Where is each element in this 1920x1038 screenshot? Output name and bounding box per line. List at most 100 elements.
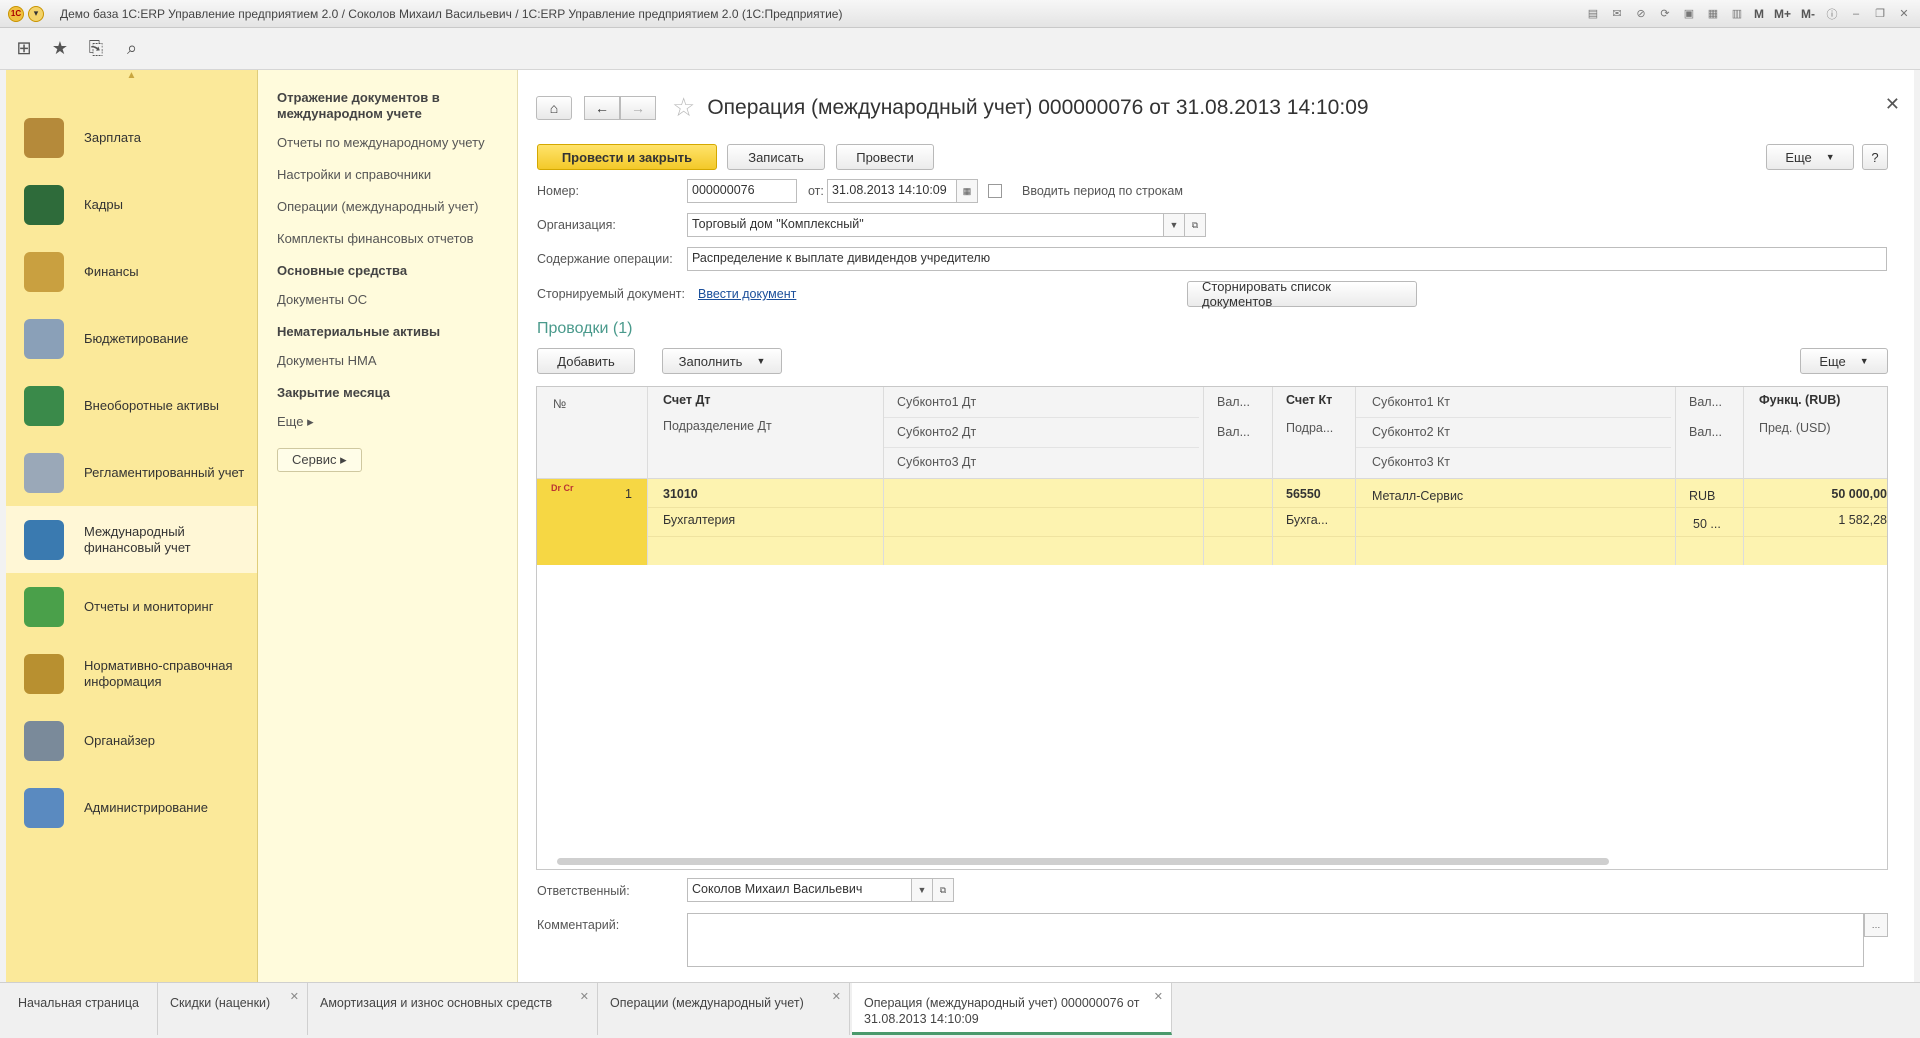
refresh-icon[interactable]: ⟳ <box>1655 5 1675 23</box>
close-window-icon[interactable]: ✕ <box>1894 5 1914 23</box>
tab-discounts[interactable]: Скидки (наценки) ✕ <box>158 983 308 1035</box>
entries-more-button[interactable]: Еще ▼ <box>1800 348 1888 374</box>
organization-field[interactable]: Торговый дом "Комплексный" <box>687 213 1164 237</box>
section-item[interactable]: Администрирование <box>6 774 257 841</box>
calendar-picker-button[interactable]: ▦ <box>956 179 978 203</box>
horizontal-scrollbar[interactable] <box>557 858 1609 865</box>
row-currency-amount-kt[interactable]: 50 ... <box>1693 517 1721 531</box>
memory-minus-button[interactable]: M- <box>1798 7 1818 21</box>
close-form-icon[interactable]: ✕ <box>1885 94 1900 115</box>
section-item[interactable]: Финансы <box>6 238 257 305</box>
sections-scroll-up[interactable]: ▲ <box>6 70 257 104</box>
col-account-dt[interactable]: Счет Дт <box>663 393 711 407</box>
close-tab-icon[interactable]: ✕ <box>832 989 841 1005</box>
maximize-icon[interactable]: ❐ <box>1870 5 1890 23</box>
section-item[interactable]: Международный финансовый учет <box>6 506 257 573</box>
content-field[interactable]: Распределение к выплате дивидендов учред… <box>687 247 1887 271</box>
save-icon[interactable]: ▣ <box>1679 5 1699 23</box>
col-account-kt[interactable]: Счет Кт <box>1286 393 1332 407</box>
home-button[interactable]: ⌂ <box>536 95 572 120</box>
post-and-close-button[interactable]: Провести и закрыть <box>537 144 717 170</box>
entries-title[interactable]: Проводки (1) <box>537 320 632 338</box>
tab-current-operation[interactable]: Операция (международный учет) 000000076 … <box>852 983 1172 1035</box>
section-item[interactable]: Внеоборотные активы <box>6 372 257 439</box>
info-icon[interactable]: ⓘ <box>1822 5 1842 23</box>
nav-heading-documents[interactable]: Отражение документов в международном уче… <box>277 90 517 122</box>
col-functional-amount[interactable]: Функц. (RUB) <box>1759 393 1840 407</box>
col-department-dt[interactable]: Подразделение Дт <box>663 419 772 433</box>
nav-link-operations[interactable]: Операции (международный учет) <box>277 199 517 214</box>
star-icon[interactable]: ★ <box>50 38 70 59</box>
nav-heading-month-close[interactable]: Закрытие месяца <box>277 385 517 401</box>
tab-depreciation[interactable]: Амортизация и износ основных средств ✕ <box>308 983 598 1035</box>
back-button[interactable]: ← <box>584 95 620 120</box>
col-subconto3-dt[interactable]: Субконто3 Дт <box>897 455 976 469</box>
storno-list-button[interactable]: Сторнировать список документов <box>1187 279 1417 309</box>
section-item[interactable]: Отчеты и мониторинг <box>6 573 257 640</box>
row-presentation-amount[interactable]: 1 582,28 <box>1838 513 1887 527</box>
nav-link-fa-documents[interactable]: Документы ОС <box>277 292 517 307</box>
row-functional-amount[interactable]: 50 000,00 <box>1831 487 1887 501</box>
date-field[interactable]: 31.08.2013 14:10:09 <box>827 179 957 203</box>
more-button[interactable]: Еще ▼ <box>1766 144 1854 170</box>
link-icon[interactable]: ⊘ <box>1631 5 1651 23</box>
tab-home[interactable]: Начальная страница <box>6 983 158 1035</box>
col-presentation-amount[interactable]: Пред. (USD) <box>1759 421 1831 435</box>
responsible-field[interactable]: Соколов Михаил Васильевич <box>687 878 912 902</box>
app-logo-icon[interactable]: 1C <box>8 5 24 22</box>
period-by-rows-checkbox[interactable] <box>988 184 1002 198</box>
col-no[interactable]: № <box>553 397 566 411</box>
section-item[interactable]: Нормативно-справочная информация <box>6 640 257 707</box>
section-item[interactable]: Зарплата <box>6 104 257 171</box>
close-tab-icon[interactable]: ✕ <box>1154 989 1163 1005</box>
row-account-kt[interactable]: 56550 <box>1286 487 1321 501</box>
search-icon[interactable]: ⌕ <box>122 38 142 59</box>
col-subconto1-kt[interactable]: Субконто1 Кт <box>1372 395 1450 409</box>
enter-document-link[interactable]: Ввести документ <box>698 287 796 301</box>
add-entry-button[interactable]: Добавить <box>537 348 635 374</box>
col-currency-amount-kt[interactable]: Вал... <box>1689 425 1722 439</box>
number-field[interactable]: 000000076 <box>687 179 797 203</box>
memory-plus-button[interactable]: M+ <box>1771 7 1794 21</box>
close-tab-icon[interactable]: ✕ <box>290 989 299 1005</box>
col-subconto2-dt[interactable]: Субконто2 Дт <box>897 425 976 439</box>
col-department-kt[interactable]: Подра... <box>1286 421 1333 435</box>
forward-button[interactable]: → <box>620 95 656 120</box>
nav-link-report-sets[interactable]: Комплекты финансовых отчетов <box>277 231 517 246</box>
section-item[interactable]: Кадры <box>6 171 257 238</box>
comment-field[interactable] <box>687 913 1864 967</box>
tab-operations-list[interactable]: Операции (международный учет) ✕ <box>598 983 850 1035</box>
responsible-dropdown-button[interactable]: ▼ <box>911 878 933 902</box>
nav-more-link[interactable]: Еще ▸ <box>277 414 517 430</box>
col-subconto1-dt[interactable]: Субконто1 Дт <box>897 395 976 409</box>
service-button[interactable]: Сервис ▸ <box>277 448 362 472</box>
row-subconto1-kt[interactable]: Металл-Сервис <box>1372 489 1463 503</box>
fill-button[interactable]: Заполнить ▼ <box>662 348 782 374</box>
col-currency-kt[interactable]: Вал... <box>1689 395 1722 409</box>
col-subconto2-kt[interactable]: Субконто2 Кт <box>1372 425 1450 439</box>
row-department-dt[interactable]: Бухгалтерия <box>663 513 735 527</box>
help-button[interactable]: ? <box>1862 144 1888 170</box>
calendar-icon[interactable]: ▥ <box>1727 5 1747 23</box>
organization-open-button[interactable]: ⧉ <box>1184 213 1206 237</box>
responsible-open-button[interactable]: ⧉ <box>932 878 954 902</box>
table-row[interactable]: Dr Cr 1 31010 Бухгалтерия 56550 Бухга...… <box>537 479 1887 565</box>
close-tab-icon[interactable]: ✕ <box>580 989 589 1005</box>
mail-icon[interactable]: ✉ <box>1607 5 1627 23</box>
col-subconto3-kt[interactable]: Субконто3 Кт <box>1372 455 1450 469</box>
row-account-dt[interactable]: 31010 <box>663 487 698 501</box>
app-menu-icon[interactable]: ▾ <box>28 5 44 22</box>
minimize-icon[interactable]: – <box>1846 5 1866 23</box>
nav-link-settings[interactable]: Настройки и справочники <box>277 167 517 182</box>
row-currency-kt[interactable]: RUB <box>1689 489 1715 503</box>
favorite-star-icon[interactable]: ☆ <box>672 92 695 123</box>
col-currency-amount-dt[interactable]: Вал... <box>1217 425 1250 439</box>
calculator-icon[interactable]: ▦ <box>1703 5 1723 23</box>
apps-grid-icon[interactable]: ⊞ <box>14 38 34 59</box>
print-icon[interactable]: ▤ <box>1583 5 1603 23</box>
nav-heading-fixed-assets[interactable]: Основные средства <box>277 263 517 279</box>
nav-link-reports[interactable]: Отчеты по международному учету <box>277 135 517 150</box>
col-currency-dt[interactable]: Вал... <box>1217 395 1250 409</box>
memory-m-button[interactable]: M <box>1751 7 1767 21</box>
save-button[interactable]: Записать <box>727 144 825 170</box>
